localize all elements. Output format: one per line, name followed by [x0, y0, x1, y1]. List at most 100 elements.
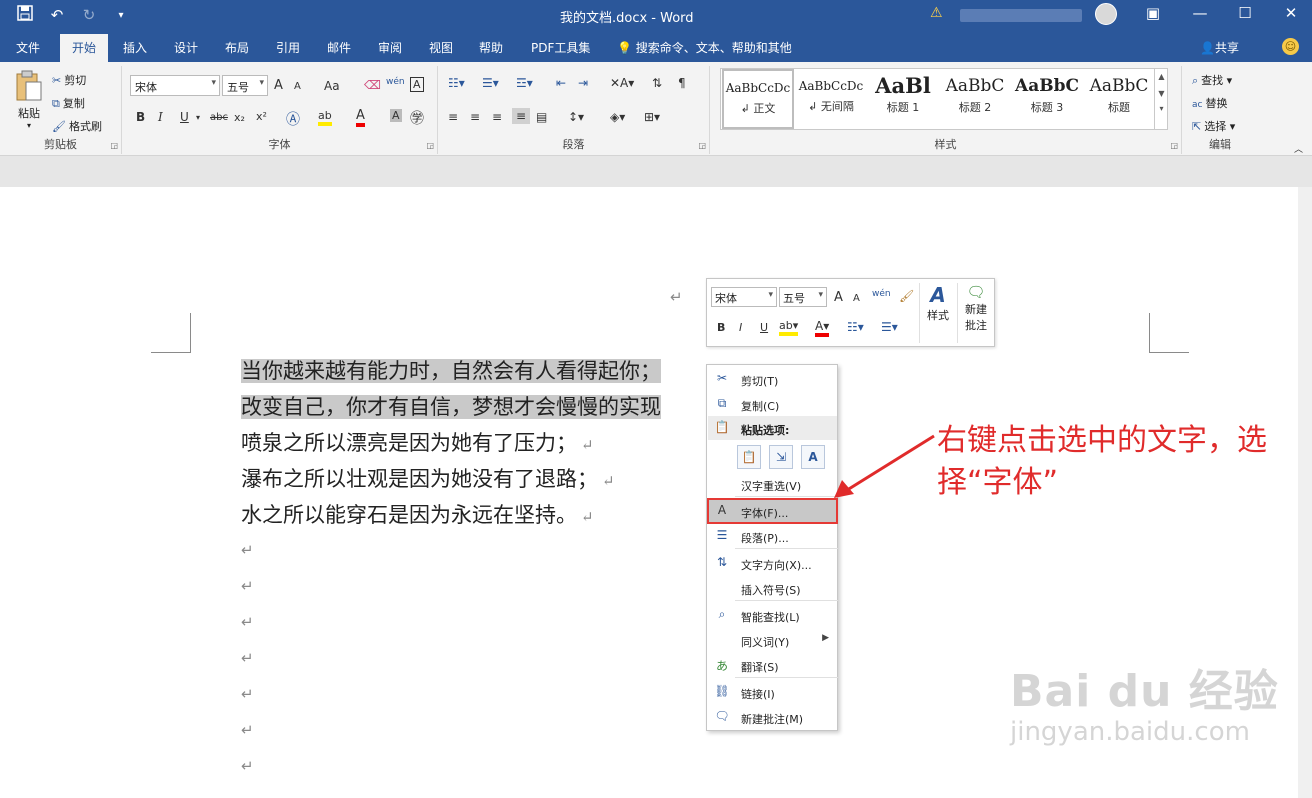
mini-font-size-combo[interactable]: 五号 ▾	[779, 287, 827, 307]
menu-item-font[interactable]: A 字体(F)...	[707, 498, 838, 524]
shrink-font-icon[interactable]: A	[294, 81, 301, 92]
find-button[interactable]: ⌕ 查找 ▾	[1192, 72, 1232, 88]
minimize-icon[interactable]: —	[1185, 4, 1215, 22]
font-size-combo[interactable]: 五号 ▾	[222, 75, 268, 96]
tell-me-search[interactable]: 💡 搜索命令、文本、帮助和其他	[617, 39, 792, 56]
styles-launcher-icon[interactable]: ◲	[1170, 141, 1178, 150]
mini-font-color-icon[interactable]: A▾	[815, 319, 830, 337]
undo-icon[interactable]: ↶	[46, 6, 68, 24]
doc-line-5[interactable]: 水之所以能穿石是因为永远在坚持。 ↵	[241, 499, 594, 529]
align-left-icon[interactable]: ≡	[448, 110, 458, 124]
avatar[interactable]	[1095, 3, 1117, 25]
font-color-icon[interactable]: A	[356, 108, 365, 127]
tab-home[interactable]: 开始	[60, 34, 109, 62]
mini-grow-font-icon[interactable]: A	[834, 290, 843, 305]
paste-button[interactable]: 粘贴 ▾	[12, 70, 46, 130]
tab-file[interactable]: 文件	[16, 39, 40, 56]
subscript-button[interactable]: x₂	[234, 111, 245, 124]
menu-item-smart-lookup[interactable]: ⌕ 智能查找(L)	[708, 603, 837, 627]
tab-design[interactable]: 设计	[174, 39, 198, 56]
tab-pdf-tools[interactable]: PDF工具集	[531, 39, 590, 56]
clipboard-launcher-icon[interactable]: ◲	[110, 141, 118, 150]
style-normal[interactable]: AaBbCcDc ↲ 正文	[722, 69, 794, 129]
decrease-indent-icon[interactable]: ⇤	[556, 76, 566, 90]
menu-item-cut[interactable]: ✂ 剪切(T)	[708, 367, 837, 391]
paragraph-launcher-icon[interactable]: ◲	[698, 141, 706, 150]
menu-item-paragraph[interactable]: ☰ 段落(P)...	[708, 524, 837, 548]
menu-item-text-direction[interactable]: ⇅ 文字方向(X)...	[708, 551, 837, 575]
mini-highlight-icon[interactable]: ab▾	[779, 319, 799, 336]
chevron-up-icon[interactable]: ▲	[1155, 72, 1168, 81]
vertical-scrollbar[interactable]	[1298, 187, 1312, 798]
underline-button[interactable]: U	[180, 110, 189, 124]
highlight-icon[interactable]: ab	[318, 109, 332, 126]
menu-item-copy[interactable]: ⧉ 复制(C)	[708, 392, 837, 416]
font-name-combo[interactable]: 宋体 ▾	[130, 75, 220, 96]
bold-button[interactable]: B	[136, 110, 145, 124]
paste-text-only-icon[interactable]: A	[801, 445, 825, 469]
pinyin-guide-icon[interactable]: wén	[386, 77, 405, 87]
more-styles-icon[interactable]: ▾	[1155, 104, 1168, 113]
mini-styles-button[interactable]: A 样式	[923, 283, 953, 323]
style-heading-3[interactable]: AaBbC 标题 3	[1011, 69, 1083, 129]
customize-icon[interactable]: ▾	[110, 10, 132, 21]
style-no-spacing[interactable]: AaBbCcDc ↲ 无间隔	[795, 69, 867, 129]
style-heading-2[interactable]: AaBbC 标题 2	[939, 69, 1011, 129]
font-launcher-icon[interactable]: ◲	[426, 141, 434, 150]
underline-dropdown-icon[interactable]: ▾	[196, 113, 200, 122]
tab-view[interactable]: 视图	[429, 39, 453, 56]
feedback-smiley-icon[interactable]: ☺	[1282, 38, 1299, 55]
text-effects-icon[interactable]: Ⓐ	[286, 109, 300, 129]
doc-line-2[interactable]: 改变自己，你才有自信，梦想才会慢慢的实现	[241, 391, 661, 421]
paste-keep-format-icon[interactable]: 📋	[737, 445, 761, 469]
menu-item-synonyms[interactable]: 同义词(Y) ▶	[708, 628, 837, 652]
menu-item-link[interactable]: ⛓ 链接(I)	[708, 680, 837, 704]
chinese-layout-icon[interactable]: ✕A▾	[610, 76, 634, 90]
account-name-blurred[interactable]	[960, 9, 1082, 22]
align-center-icon[interactable]: ≡	[470, 110, 480, 124]
strikethrough-button[interactable]: abc	[210, 112, 228, 123]
share-button[interactable]: 👤共享	[1200, 39, 1239, 56]
mini-pinyin-icon[interactable]: wén	[872, 289, 891, 299]
mini-numbering-icon[interactable]: ☰▾	[881, 320, 898, 334]
ribbon-display-icon[interactable]: ▣	[1138, 4, 1168, 22]
multilevel-list-icon[interactable]: ☲▾	[516, 76, 533, 90]
bullets-icon[interactable]: ☷▾	[448, 76, 465, 90]
sort-icon[interactable]: ⇅	[652, 76, 662, 90]
select-button[interactable]: ⇱ 选择 ▾	[1192, 118, 1235, 134]
replace-button[interactable]: ac 替换	[1192, 95, 1227, 111]
menu-item-new-comment[interactable]: 🗨 新建批注(M)	[708, 705, 837, 729]
show-marks-icon[interactable]: ¶	[678, 76, 686, 90]
increase-indent-icon[interactable]: ⇥	[578, 76, 588, 90]
tab-references[interactable]: 引用	[276, 39, 300, 56]
italic-button[interactable]: I	[158, 110, 163, 124]
save-icon[interactable]	[14, 5, 36, 25]
redo-icon[interactable]: ↻	[78, 6, 100, 24]
tab-mailings[interactable]: 邮件	[327, 39, 351, 56]
justify-icon[interactable]: ≡	[512, 108, 531, 124]
char-border-icon[interactable]: A	[410, 77, 424, 92]
borders-icon[interactable]: ⊞▾	[644, 110, 660, 124]
tab-insert[interactable]: 插入	[123, 39, 147, 56]
distributed-icon[interactable]: ▤	[536, 110, 547, 124]
copy-button[interactable]: ⧉ 复制	[52, 95, 85, 111]
mini-shrink-font-icon[interactable]: A	[853, 293, 860, 304]
styles-scroll[interactable]: ▲ ▼ ▾	[1154, 68, 1168, 130]
numbering-icon[interactable]: ☰▾	[482, 76, 499, 90]
style-heading-1[interactable]: AaBl 标题 1	[867, 69, 939, 129]
mini-font-name-combo[interactable]: 宋体 ▾	[711, 287, 777, 307]
doc-line-4[interactable]: 瀑布之所以壮观是因为她没有了退路； ↵	[241, 463, 615, 493]
menu-item-insert-symbol[interactable]: 插入符号(S)	[708, 576, 837, 600]
mini-format-painter-icon[interactable]: 🖌	[899, 289, 914, 303]
format-painter-button[interactable]: 🖌 格式刷	[52, 118, 102, 134]
cut-button[interactable]: ✂ 剪切	[52, 72, 86, 88]
tab-help[interactable]: 帮助	[479, 39, 503, 56]
grow-font-icon[interactable]: A	[274, 78, 283, 93]
mini-bold-button[interactable]: B	[717, 321, 725, 334]
warning-icon[interactable]: ⚠	[930, 5, 943, 21]
mini-new-comment-button[interactable]: 🗨 新建 批注	[961, 283, 991, 333]
collapse-ribbon-icon[interactable]: ︿	[1294, 142, 1303, 155]
style-title[interactable]: AaBbC 标题	[1083, 69, 1155, 129]
enclose-char-icon[interactable]: ㊫	[410, 108, 424, 128]
tab-review[interactable]: 审阅	[378, 39, 402, 56]
